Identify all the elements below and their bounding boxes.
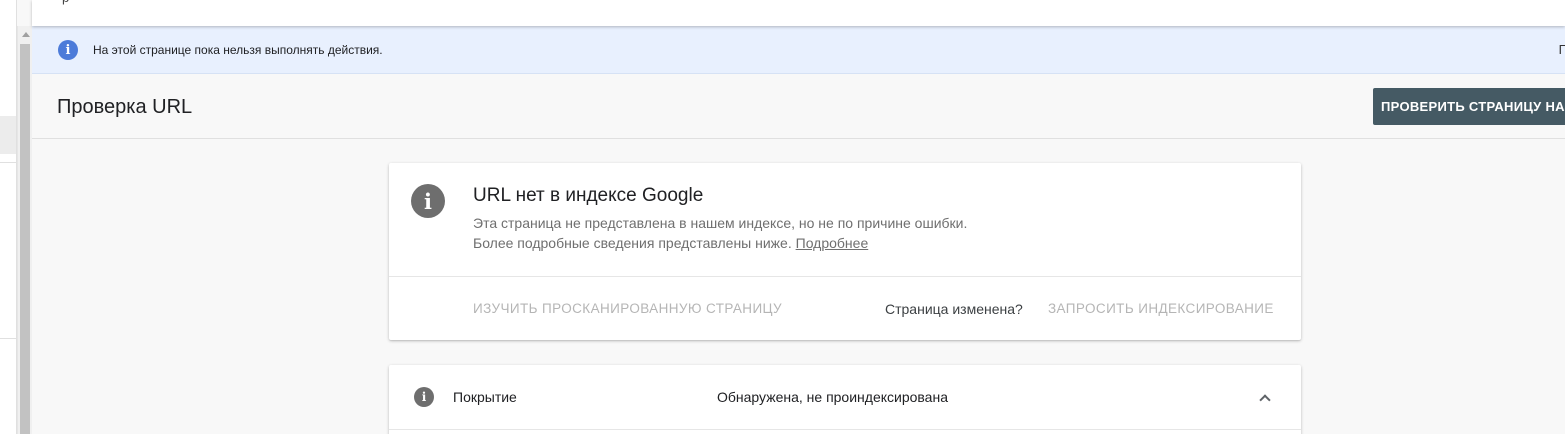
banner-text: На этой странице пока нельзя выполнять д… [93,43,383,57]
page-changed-text: Страница изменена? [885,301,1023,317]
top-header-bar: р [32,0,1565,26]
coverage-card: i Покрытие Обнаружена, не проиндексирова… [389,365,1301,434]
sidebar-selected-item[interactable] [0,116,16,154]
info-icon: i [411,184,445,218]
status-description-details: Более подробные сведения представлены ни… [473,235,868,251]
vertical-scrollbar[interactable] [17,26,32,434]
coverage-label: Покрытие [453,389,517,405]
card-divider [389,276,1301,277]
info-banner: i На этой странице пока нельзя выполнять… [32,26,1565,74]
page-title: Проверка URL [57,96,193,118]
test-live-url-button[interactable]: ПРОВЕРИТЬ СТРАНИЦУ НА [1373,88,1565,125]
sidebar-divider [0,338,16,339]
banner-right-fragment: П [1558,42,1565,57]
header-text-fragment: р [62,0,69,5]
status-description: Эта страница не представлена в нашем инд… [473,215,968,231]
scroll-up-arrow-icon[interactable] [18,28,33,40]
request-indexing-button[interactable]: ЗАПРОСИТЬ ИНДЕКСИРОВАНИЕ [1048,301,1274,316]
scrollbar-thumb[interactable] [20,44,30,434]
coverage-value: Обнаружена, не проиндексирована [717,389,948,405]
status-description-text: Более подробные сведения представлены ни… [473,235,792,251]
chevron-up-icon[interactable] [1255,387,1275,407]
info-icon: i [58,40,78,60]
view-crawled-page-button[interactable]: ИЗУЧИТЬ ПРОСКАНИРОВАННУЮ СТРАНИЦУ [473,301,782,316]
sidebar-panel [0,0,17,434]
coverage-row[interactable]: i Покрытие Обнаружена, не проиндексирова… [389,365,1301,429]
status-title: URL нет в индексе Google [473,185,704,206]
index-status-card: i URL нет в индексе Google Эта страница … [389,163,1301,340]
sidebar-divider [0,162,16,163]
card-divider [389,429,1301,430]
page-header: Проверка URL ПРОВЕРИТЬ СТРАНИЦУ НА [32,75,1565,139]
learn-more-link[interactable]: Подробнее [796,235,869,251]
info-icon: i [414,387,434,407]
